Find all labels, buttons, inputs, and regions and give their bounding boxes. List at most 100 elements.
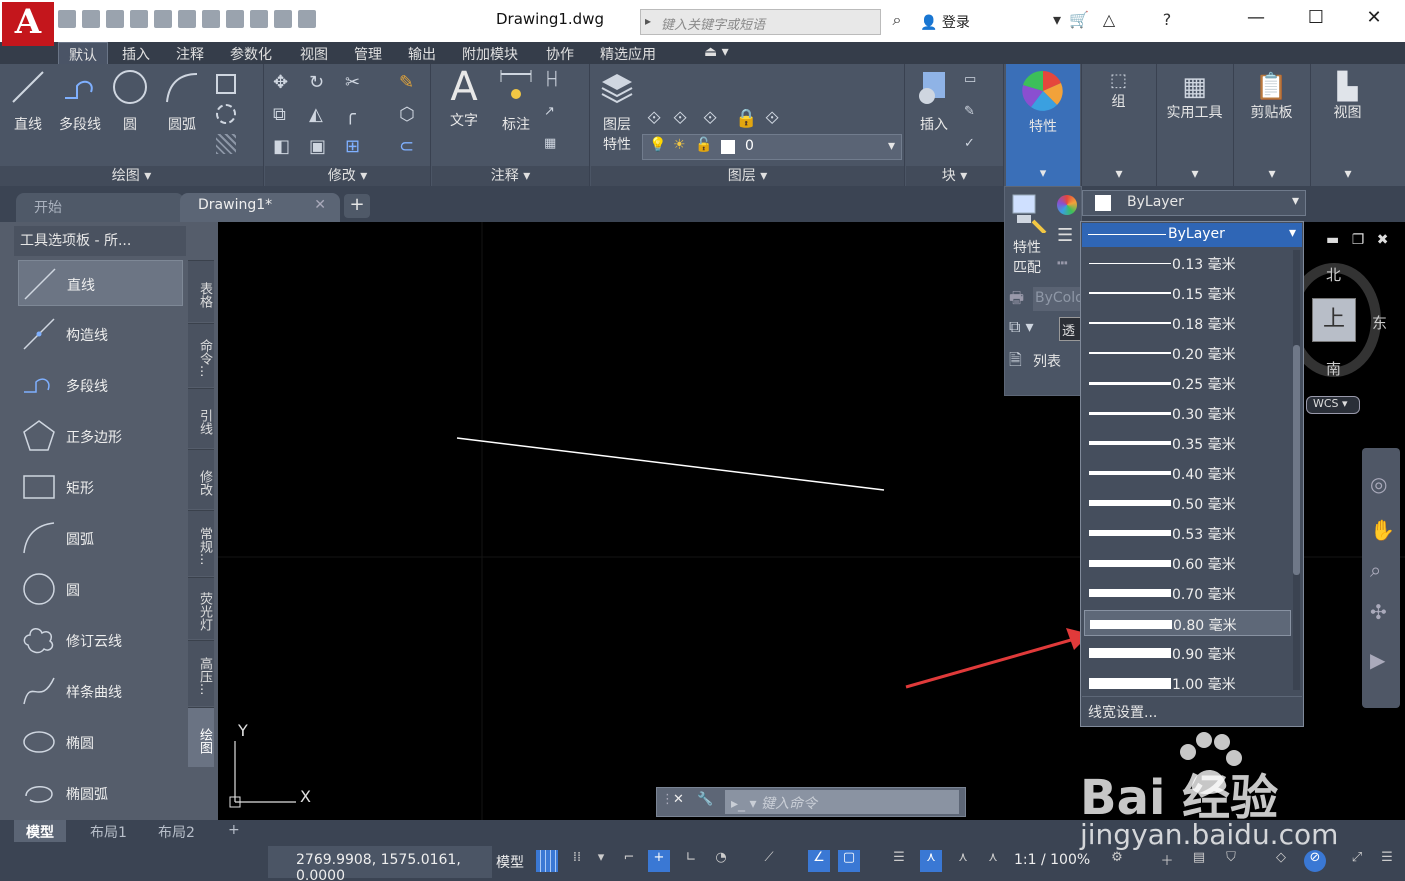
lineweight-settings-link[interactable]: 线宽设置... <box>1082 696 1302 726</box>
polyline-button[interactable]: 多段线 <box>54 68 106 134</box>
annotation-visibility-icon[interactable]: ⋏ <box>920 850 942 872</box>
command-input[interactable]: ▸_ ▾ 键入命令 <box>725 790 959 814</box>
tab-featured-apps[interactable]: 精选应用 <box>590 42 666 64</box>
customize-wrench-icon[interactable]: 🔧 <box>697 792 713 807</box>
palette-tool-circle[interactable]: 圆 <box>18 566 183 612</box>
linetype-icon[interactable]: ┅ <box>1057 253 1068 274</box>
palette-tool-spline[interactable]: 样条曲线 <box>18 668 183 714</box>
workspace-icon[interactable] <box>298 10 316 28</box>
open-folder-icon[interactable] <box>82 10 100 28</box>
object-color-icon[interactable] <box>1057 195 1077 215</box>
tab-default[interactable]: 默认 <box>58 42 108 64</box>
edit-block-icon[interactable]: ✎ <box>964 104 984 124</box>
match-line-icon[interactable] <box>274 10 292 28</box>
tab-insert[interactable]: 插入 <box>112 42 160 64</box>
line-button[interactable]: 直线 <box>6 68 50 134</box>
lineweight-option[interactable]: 0.60 毫米 <box>1084 550 1291 576</box>
trim-icon[interactable]: ✂ <box>345 72 365 93</box>
zoom-icon[interactable]: ⌕ <box>1370 558 1381 582</box>
help-icon[interactable]: ? <box>1156 10 1178 32</box>
print-icon[interactable] <box>202 10 220 28</box>
view-button[interactable]: ▙ 视图 ▾ <box>1310 64 1384 186</box>
palette-tool-revcloud[interactable]: 修订云线 <box>18 617 183 663</box>
new-file-icon[interactable] <box>58 10 76 28</box>
annotation-scale-icon[interactable]: ⋏ <box>982 850 1004 872</box>
clipboard-button[interactable]: 📋 剪贴板 ▾ <box>1233 64 1309 186</box>
palette-tool-ellipse[interactable]: 椭圆 <box>18 719 183 765</box>
lineweight-option[interactable]: 0.35 毫米 <box>1084 430 1291 456</box>
chevron-down-icon[interactable]: ▾ <box>1046 10 1068 32</box>
rectangle-icon[interactable] <box>216 74 236 94</box>
application-menu-button[interactable]: A <box>2 2 54 46</box>
linear-dimension-icon[interactable]: ├┤ <box>544 72 564 92</box>
layer-lock-icon[interactable]: 🔒 <box>735 108 757 129</box>
offset-icon[interactable]: ⊂ <box>399 136 419 157</box>
auto-scale-icon[interactable]: ⋏ <box>952 850 974 872</box>
palette-tool-arc[interactable]: 圆弧 <box>18 515 183 561</box>
block-attributes-icon[interactable]: ✓ <box>964 136 984 156</box>
lineweight-option[interactable]: 0.25 毫米 <box>1084 370 1291 396</box>
close-tab-icon[interactable]: ✕ <box>314 197 326 213</box>
layer-tool-icon[interactable]: ⟐ <box>703 108 723 129</box>
current-layer-dropdown[interactable]: 💡 ☀ 🔓 0 ▾ <box>642 134 902 160</box>
login-button[interactable]: 👤 登录 <box>920 12 970 32</box>
drawn-line[interactable] <box>456 437 885 491</box>
viewcube-top-face[interactable]: 上 <box>1312 298 1356 342</box>
draw-panel-title[interactable]: 绘图 ▾ <box>0 166 263 186</box>
model-space-toggle[interactable]: 模型 <box>496 852 524 872</box>
annotation-scale-value[interactable]: 1:1 / 100% <box>1014 852 1090 868</box>
lineweight-option[interactable]: 0.53 毫米 <box>1084 520 1291 546</box>
list-icon[interactable]: 🗎 <box>1009 349 1022 376</box>
tab-view[interactable]: 视图 <box>290 42 338 64</box>
close-button[interactable]: ✕ <box>1354 7 1394 31</box>
cart-icon[interactable]: 🛒 <box>1068 10 1090 32</box>
undo-icon[interactable] <box>226 10 244 28</box>
list-button[interactable]: 列表 <box>1033 351 1061 371</box>
minimize-viewport-icon[interactable]: ▬ <box>1326 232 1339 248</box>
snap-icon[interactable]: ⁞⁞ <box>566 850 588 872</box>
leader-icon[interactable]: ↗ <box>544 104 564 124</box>
palette-tool-rectangle[interactable]: 矩形 <box>18 464 183 510</box>
palette-tool-polyline[interactable]: 多段线 <box>18 362 183 408</box>
maximize-button[interactable]: ☐ <box>1296 7 1336 31</box>
properties-panel-button[interactable]: 特性 ▾ <box>1006 64 1080 186</box>
object-snap-tracking-icon[interactable]: ∠ <box>808 850 830 872</box>
layer-tool-icon[interactable]: ⟐ <box>673 108 693 129</box>
scale-icon[interactable]: ▣ <box>309 136 329 157</box>
ribbon-options-icon[interactable]: ⏏ ▾ <box>694 42 739 64</box>
palette-tool-xline[interactable]: 构造线 <box>18 311 183 357</box>
compass-east[interactable]: 东 <box>1372 312 1387 333</box>
autodesk-a360-icon[interactable]: △ <box>1098 10 1120 32</box>
coordinate-readout[interactable]: 2769.9908, 1575.0161, 0.0000 <box>268 846 492 881</box>
tab-layout2[interactable]: 布局2 <box>146 820 207 842</box>
isodraft-icon[interactable]: ⟋ <box>758 850 780 872</box>
move-icon[interactable]: ✥ <box>273 72 293 93</box>
palette-tab-general[interactable]: 常规... <box>188 510 214 576</box>
object-color-dropdown[interactable]: ByLayer ▾ <box>1082 190 1306 216</box>
annotation-panel-title[interactable]: 注释 ▾ <box>432 166 589 186</box>
tab-output[interactable]: 输出 <box>398 42 446 64</box>
tab-manage[interactable]: 管理 <box>344 42 392 64</box>
lineweight-icon[interactable]: ☰ <box>1057 225 1073 246</box>
lineweight-selected[interactable]: ByLayer ▾ <box>1082 223 1302 247</box>
match-properties-icon[interactable] <box>1011 193 1049 235</box>
explode-icon[interactable]: ⬡ <box>399 104 419 125</box>
restore-viewport-icon[interactable]: ❐ <box>1352 232 1365 248</box>
palette-tab-draw[interactable]: 绘图 <box>188 707 214 767</box>
grid-icon[interactable] <box>536 850 558 872</box>
search-field[interactable]: ▸ 键入关键字或短语 <box>640 9 881 35</box>
palette-tab-modify[interactable]: 修改 <box>188 449 214 509</box>
group-button[interactable]: ⬚ 组 ▾ <box>1081 64 1155 186</box>
object-snap-icon[interactable]: ▢ <box>838 850 860 872</box>
arc-button[interactable]: 圆弧 <box>160 68 204 134</box>
save-icon[interactable] <box>106 10 124 28</box>
search-expand-icon[interactable]: ▸ <box>645 14 651 28</box>
viewcube[interactable]: 北 上 东 南 <box>1287 260 1387 380</box>
lineweight-option[interactable]: 1.00 毫米 <box>1084 670 1291 696</box>
import-icon[interactable] <box>154 10 172 28</box>
table-icon[interactable]: ▦ <box>544 136 564 156</box>
layer-tool-icon[interactable]: ⟐ <box>765 108 785 129</box>
plot-style-icon[interactable]: 🖶 <box>1009 287 1024 314</box>
layer-tool-icon[interactable]: ⟐ <box>647 108 667 129</box>
polar-tracking-icon[interactable]: ◔ <box>710 850 732 872</box>
